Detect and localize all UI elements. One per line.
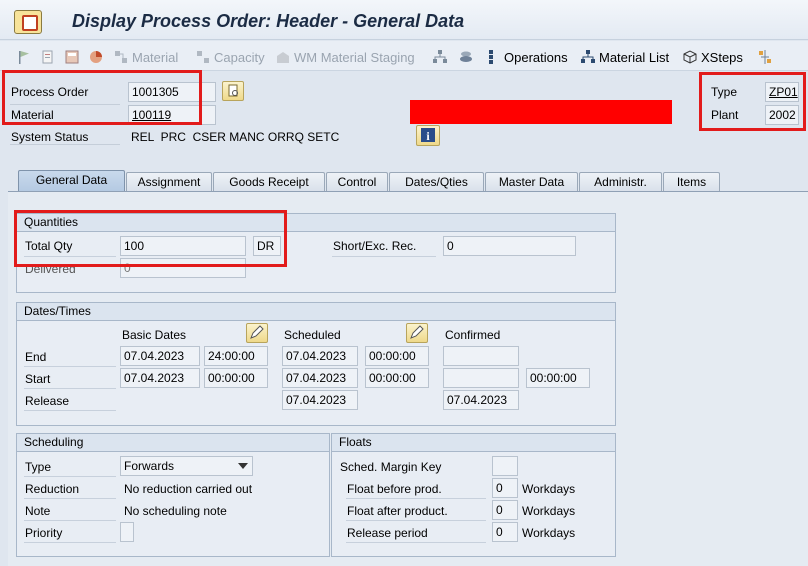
- document-icon: [42, 50, 53, 64]
- redaction-box: [410, 100, 672, 124]
- divider: [346, 542, 486, 543]
- float-after-label: Float after product.: [347, 504, 448, 518]
- pie-icon: [90, 51, 102, 63]
- highlight-frame: [14, 210, 287, 267]
- end-scheduled-date[interactable]: 07.04.2023: [282, 346, 358, 366]
- capacity-icon: [196, 50, 210, 64]
- material-list-icon: [581, 50, 595, 64]
- scheduled-heading: Scheduled: [284, 328, 341, 342]
- scheduling-title: Scheduling: [17, 434, 329, 452]
- edit-basic-dates-icon[interactable]: [246, 323, 268, 343]
- end-scheduled-time[interactable]: 00:00:00: [365, 346, 429, 366]
- move-icon[interactable]: [757, 49, 773, 65]
- reduction-label: Reduction: [25, 482, 80, 496]
- float-before-unit: Workdays: [522, 482, 576, 496]
- staging-icon: [276, 50, 290, 64]
- tab-general-data[interactable]: General Data: [18, 170, 125, 192]
- system-status-value: REL PRC CSER MANC ORRQ SETC: [131, 130, 340, 144]
- release-confirmed-date[interactable]: 07.04.2023: [443, 390, 519, 410]
- start-confirmed-time[interactable]: 00:00:00: [526, 368, 590, 388]
- tab-administr[interactable]: Administr.: [579, 172, 662, 192]
- float-after-unit: Workdays: [522, 504, 576, 518]
- end-basic-time[interactable]: 24:00:00: [204, 346, 268, 366]
- capacity-button[interactable]: Capacity: [196, 49, 265, 65]
- details-icon[interactable]: [222, 81, 244, 101]
- tab-control[interactable]: Control: [326, 172, 388, 192]
- release-period-unit: Workdays: [522, 526, 576, 540]
- tab-assignment[interactable]: Assignment: [126, 172, 212, 192]
- operations-button[interactable]: Operations: [486, 49, 568, 65]
- operations-icon: [486, 50, 500, 64]
- float-after-field[interactable]: 0: [492, 500, 518, 520]
- float-before-label: Float before prod.: [347, 482, 442, 496]
- page-title: Display Process Order: Header - General …: [72, 11, 465, 31]
- system-status-label: System Status: [11, 130, 89, 144]
- end-basic-date[interactable]: 07.04.2023: [120, 346, 200, 366]
- divider: [24, 498, 116, 499]
- reduction-value: No reduction carried out: [124, 482, 253, 496]
- application-toolbar: Material Capacity WM Material Staging Op…: [0, 41, 808, 71]
- dates-times-title: Dates/Times: [17, 303, 615, 321]
- divider: [24, 388, 116, 389]
- chevron-down-icon: [238, 463, 248, 469]
- divider: [24, 520, 116, 521]
- material-list-button[interactable]: Material List: [581, 49, 669, 65]
- stack-icon: [460, 51, 472, 62]
- start-scheduled-time[interactable]: 00:00:00: [365, 368, 429, 388]
- tab-items[interactable]: Items: [663, 172, 720, 192]
- priority-label: Priority: [25, 526, 63, 540]
- flag-icon: [19, 51, 29, 64]
- divider: [24, 542, 116, 543]
- divider: [346, 520, 486, 521]
- hierarchy-icon: [433, 50, 447, 63]
- highlight-frame: [699, 72, 806, 131]
- title-bar: Display Process Order: Header - General …: [0, 0, 808, 40]
- xsteps-icon: [683, 50, 697, 64]
- start-basic-time[interactable]: 00:00:00: [204, 368, 268, 388]
- divider: [24, 366, 116, 367]
- release-scheduled-date[interactable]: 07.04.2023: [282, 390, 358, 410]
- app-menu-icon[interactable]: [14, 10, 42, 34]
- tab-master-data[interactable]: Master Data: [485, 172, 578, 192]
- divider: [346, 498, 486, 499]
- divider: [10, 144, 120, 145]
- calculator-icon: [65, 50, 79, 64]
- wm-material-staging-button[interactable]: WM Material Staging: [276, 49, 415, 65]
- start-label: Start: [25, 372, 51, 386]
- scheduling-type-value: Forwards: [124, 459, 175, 473]
- edit-scheduled-icon[interactable]: [406, 323, 428, 343]
- priority-field[interactable]: [120, 522, 134, 542]
- start-scheduled-date[interactable]: 07.04.2023: [282, 368, 358, 388]
- scheduling-type-dropdown[interactable]: Forwards: [120, 456, 253, 476]
- start-confirmed-date[interactable]: [443, 368, 519, 388]
- margin-key-field[interactable]: [492, 456, 518, 476]
- basic-dates-heading: Basic Dates: [122, 328, 187, 342]
- note-value: No scheduling note: [124, 504, 227, 518]
- start-basic-date[interactable]: 07.04.2023: [120, 368, 200, 388]
- margin-key-label: Sched. Margin Key: [340, 460, 442, 474]
- divider: [332, 256, 436, 257]
- release-period-field[interactable]: 0: [492, 522, 518, 542]
- release-label: Release: [25, 394, 70, 408]
- divider: [24, 410, 116, 411]
- info-icon[interactable]: i: [416, 125, 440, 146]
- xsteps-button[interactable]: XSteps: [683, 49, 743, 65]
- end-label: End: [25, 350, 47, 364]
- short-exc-label: Short/Exc. Rec.: [333, 239, 417, 253]
- material-button[interactable]: Material: [114, 49, 178, 65]
- note-label: Note: [25, 504, 51, 518]
- scheduling-type-label: Type: [25, 460, 52, 474]
- highlight-frame: [2, 70, 202, 125]
- float-before-field[interactable]: 0: [492, 478, 518, 498]
- tab-dates-qties[interactable]: Dates/Qties: [389, 172, 484, 192]
- divider: [24, 476, 116, 477]
- material-icon: [114, 50, 128, 64]
- tab-goods-receipt[interactable]: Goods Receipt: [213, 172, 325, 192]
- end-confirmed-date[interactable]: [443, 346, 519, 366]
- floats-title: Floats: [332, 434, 615, 452]
- confirmed-heading: Confirmed: [445, 328, 501, 342]
- release-period-label: Release period: [347, 526, 428, 540]
- short-exc-field[interactable]: 0: [443, 236, 576, 256]
